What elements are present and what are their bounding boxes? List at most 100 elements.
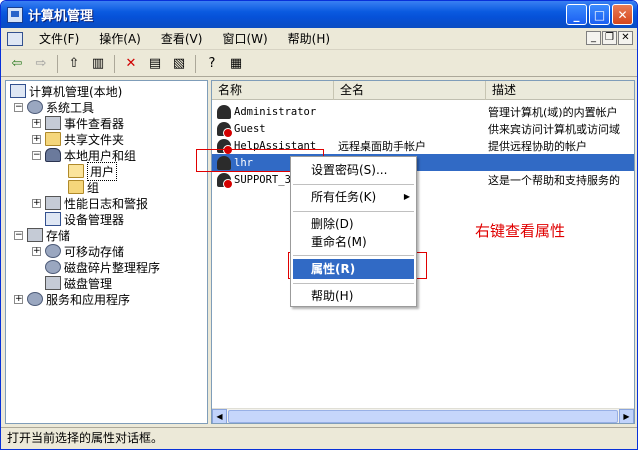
- table-row[interactable]: Administrator 管理计算机(域)的内置帐户: [212, 103, 634, 120]
- forward-arrow-icon[interactable]: ⇨: [31, 54, 51, 74]
- tree-label: 共享文件夹: [64, 132, 125, 147]
- user-name: Guest: [234, 122, 266, 135]
- tree-label: 组: [87, 180, 100, 195]
- collapse-icon[interactable]: −: [14, 102, 23, 112]
- user-name: Administrator: [234, 105, 317, 118]
- properties-icon[interactable]: ▤: [145, 54, 165, 74]
- folder-icon: [68, 180, 84, 194]
- tree-label: 服务和应用程序: [46, 292, 131, 307]
- menu-separator: [293, 184, 414, 185]
- menu-separator: [293, 255, 414, 256]
- up-level-icon[interactable]: ⇧: [64, 54, 84, 74]
- menu-item-rename[interactable]: 重命名(M): [293, 232, 414, 252]
- user-description: 管理计算机(域)的内置帐户: [488, 105, 618, 119]
- table-row[interactable]: SUPPORT_38 Corpora... 这是一个帮助和支持服务的: [212, 171, 634, 189]
- toolbar: ⇦ ⇨ ⇧ ▥ ✕ ▤ ▧ ? ▦: [1, 51, 637, 77]
- maximize-button[interactable]: □: [589, 4, 610, 25]
- console-tree[interactable]: 计算机管理(本地) − 系统工具 + 事件查看器 + 共享文件夹 − 本地用户和…: [5, 80, 208, 424]
- tree-item-removable-storage[interactable]: + 可移动存储: [32, 243, 124, 259]
- menu-separator: [293, 211, 414, 212]
- tree-item-users[interactable]: 用户: [68, 161, 118, 181]
- mdi-controls: _ ❐ ✕: [586, 31, 633, 45]
- services-icon: [27, 292, 43, 306]
- menu-item-properties[interactable]: 属性(R): [293, 259, 414, 279]
- expand-icon[interactable]: +: [14, 294, 23, 304]
- tools-icon: [27, 100, 43, 114]
- submenu-arrow-icon: ▶: [403, 192, 410, 201]
- export-list-icon[interactable]: ▧: [169, 54, 189, 74]
- minimize-button[interactable]: _: [566, 4, 587, 25]
- column-header-name[interactable]: 名称: [212, 81, 334, 100]
- device-manager-icon: [45, 212, 61, 226]
- menu-view[interactable]: 查看(V): [151, 29, 213, 49]
- tree-label: 系统工具: [46, 100, 95, 115]
- back-arrow-icon[interactable]: ⇦: [7, 54, 27, 74]
- title-bar[interactable]: 计算机管理 _ □ ✕: [1, 1, 637, 28]
- annotation-text: 右键查看属性: [475, 222, 566, 240]
- expand-icon[interactable]: +: [32, 246, 41, 256]
- table-row[interactable]: Guest 供来宾访问计算机或访问域: [212, 120, 634, 138]
- expand-icon[interactable]: +: [32, 118, 41, 128]
- user-description: 提供远程协助的帐户: [488, 139, 587, 153]
- folder-open-icon: [68, 164, 84, 178]
- tree-label: 可移动存储: [64, 244, 125, 259]
- storage-icon: [27, 228, 43, 242]
- scroll-right-arrow-icon[interactable]: ▶: [619, 409, 634, 423]
- tree-item-disk-management[interactable]: 磁盘管理: [45, 275, 112, 291]
- tree-item-storage[interactable]: − 存储: [14, 227, 70, 243]
- scrollbar-thumb[interactable]: [228, 410, 618, 423]
- menu-help[interactable]: 帮助(H): [278, 29, 340, 49]
- shared-folder-icon: [45, 132, 61, 146]
- computer-icon: [10, 84, 26, 98]
- disk-management-icon: [45, 276, 61, 290]
- menu-separator: [293, 283, 414, 284]
- collapse-icon[interactable]: −: [32, 150, 41, 160]
- menu-item-help[interactable]: 帮助(H): [293, 286, 414, 306]
- menu-action[interactable]: 操作(A): [89, 29, 151, 49]
- expand-icon[interactable]: +: [32, 134, 41, 144]
- tree-item-groups[interactable]: 组: [68, 179, 99, 195]
- mdi-minimize-button[interactable]: _: [586, 31, 601, 45]
- tree-label: 磁盘碎片整理程序: [64, 260, 161, 275]
- tree-item-root[interactable]: 计算机管理(本地): [10, 83, 122, 99]
- menu-item-all-tasks[interactable]: 所有任务(K) ▶: [293, 187, 414, 207]
- defrag-icon: [45, 260, 61, 274]
- menu-file[interactable]: 文件(F): [29, 29, 89, 49]
- console-icon[interactable]: [7, 31, 23, 46]
- tree-item-system-tools[interactable]: − 系统工具: [14, 99, 94, 115]
- column-header-fullname[interactable]: 全名: [334, 81, 486, 100]
- show-hide-tree-icon[interactable]: ▥: [88, 54, 108, 74]
- tree-item-perf-logs[interactable]: + 性能日志和警报: [32, 195, 148, 211]
- mmc-icon[interactable]: ▦: [226, 54, 246, 74]
- close-button[interactable]: ✕: [612, 4, 633, 25]
- tree-item-local-users-groups[interactable]: − 本地用户和组: [32, 147, 136, 163]
- mdi-restore-button[interactable]: ❐: [602, 31, 617, 45]
- tree-item-defrag[interactable]: 磁盘碎片整理程序: [45, 259, 160, 275]
- scroll-left-arrow-icon[interactable]: ◀: [212, 409, 227, 423]
- menu-item-delete[interactable]: 删除(D): [293, 214, 414, 234]
- user-description: 这是一个帮助和支持服务的: [488, 173, 620, 187]
- help-icon[interactable]: ?: [202, 54, 222, 74]
- removable-storage-icon: [45, 244, 61, 258]
- toolbar-separator: [114, 54, 115, 73]
- menu-window[interactable]: 窗口(W): [212, 29, 277, 49]
- expand-icon[interactable]: +: [32, 198, 41, 208]
- users-icon: [45, 148, 61, 162]
- event-viewer-icon: [45, 116, 61, 130]
- user-icon: [217, 104, 231, 119]
- mdi-close-button[interactable]: ✕: [618, 31, 633, 45]
- tree-label: 性能日志和警报: [64, 196, 149, 211]
- menu-bar: 文件(F) 操作(A) 查看(V) 窗口(W) 帮助(H) _ ❐ ✕: [1, 28, 637, 50]
- user-fullname: 远程桌面助手帐户: [338, 139, 426, 153]
- horizontal-scrollbar[interactable]: ◀ ▶: [212, 408, 634, 423]
- context-menu: 设置密码(S)... 所有任务(K) ▶ 删除(D) 重命名(M) 属性(R) …: [290, 156, 417, 307]
- tree-item-shared-folders[interactable]: + 共享文件夹: [32, 131, 124, 147]
- performance-icon: [45, 196, 61, 210]
- menu-item-set-password[interactable]: 设置密码(S)...: [293, 160, 414, 180]
- tree-item-event-viewer[interactable]: + 事件查看器: [32, 115, 124, 131]
- tree-item-device-manager[interactable]: 设备管理器: [45, 211, 124, 227]
- collapse-icon[interactable]: −: [14, 230, 23, 240]
- column-header-description[interactable]: 描述: [486, 81, 634, 100]
- delete-icon[interactable]: ✕: [121, 54, 141, 74]
- tree-item-services-apps[interactable]: + 服务和应用程序: [14, 291, 130, 307]
